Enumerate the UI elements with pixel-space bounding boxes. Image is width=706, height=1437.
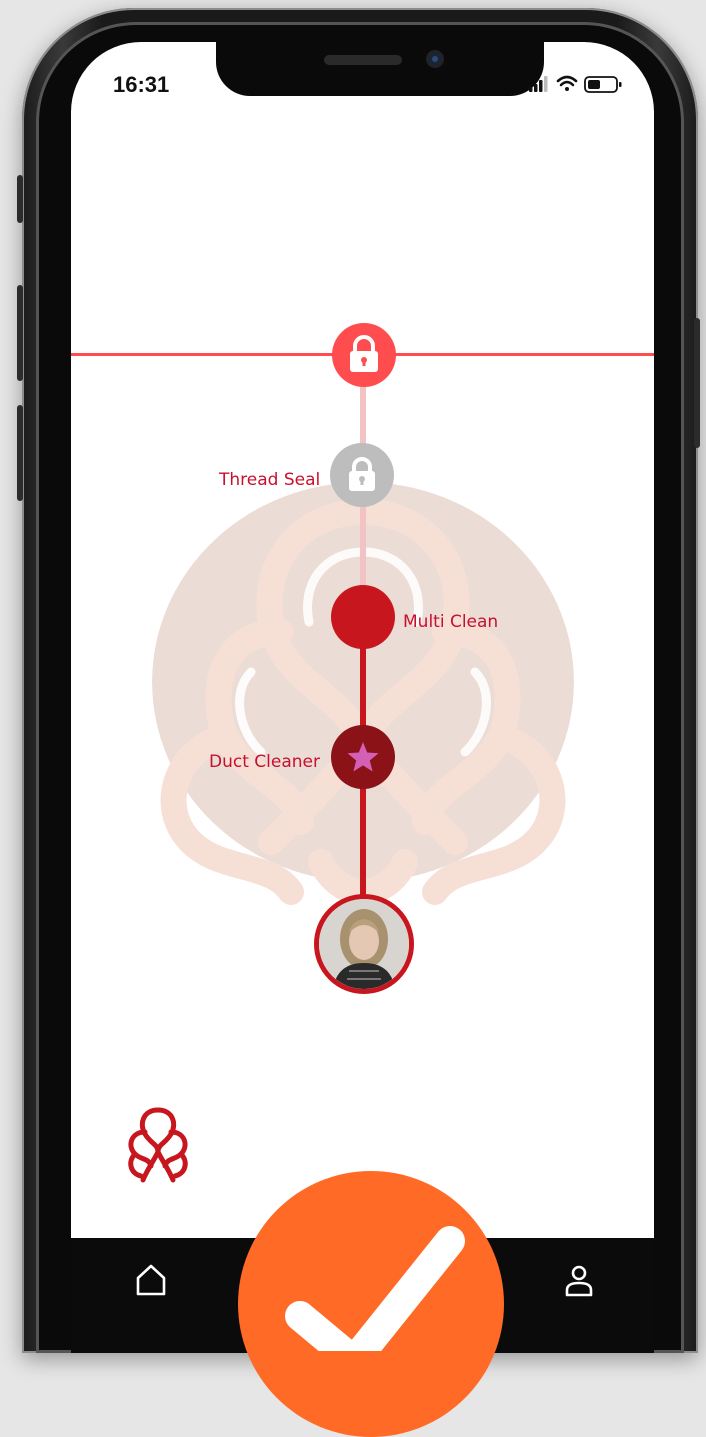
node-label-thread-seal: Thread Seal — [219, 470, 321, 490]
screen: 16:31 Thread Seal Multi Clean Duct Clean… — [71, 42, 654, 1353]
side-button-left-3 — [17, 405, 23, 501]
notch — [216, 42, 544, 96]
lock-icon — [350, 335, 378, 372]
side-button-left-2 — [17, 285, 23, 381]
wifi-icon — [556, 75, 578, 91]
user-avatar[interactable] — [314, 894, 414, 994]
star-icon — [347, 742, 379, 772]
avatar-photo — [319, 899, 409, 989]
node-label-duct-cleaner: Duct Cleaner — [209, 752, 320, 772]
path-node-duct-cleaner[interactable] — [331, 725, 395, 789]
brand-logo — [128, 1107, 188, 1183]
home-icon[interactable] — [134, 1262, 168, 1298]
side-button-right — [694, 318, 700, 448]
side-button-left-1 — [17, 175, 23, 223]
path-node-thread-seal[interactable] — [330, 443, 394, 507]
front-camera — [428, 52, 442, 66]
battery-icon — [584, 76, 622, 93]
user-icon[interactable] — [563, 1262, 595, 1298]
speaker — [324, 55, 402, 65]
status-time: 16:31 — [113, 72, 170, 97]
status-icons — [529, 75, 622, 93]
node-label-multi-clean: Multi Clean — [403, 612, 499, 632]
path-node-locked-top[interactable] — [332, 323, 396, 387]
signal-icon — [529, 76, 548, 92]
confirm-check-button[interactable] — [238, 1171, 504, 1437]
lock-icon — [349, 457, 375, 491]
path-node-multi-clean[interactable] — [331, 585, 395, 649]
check-icon — [285, 1226, 465, 1351]
